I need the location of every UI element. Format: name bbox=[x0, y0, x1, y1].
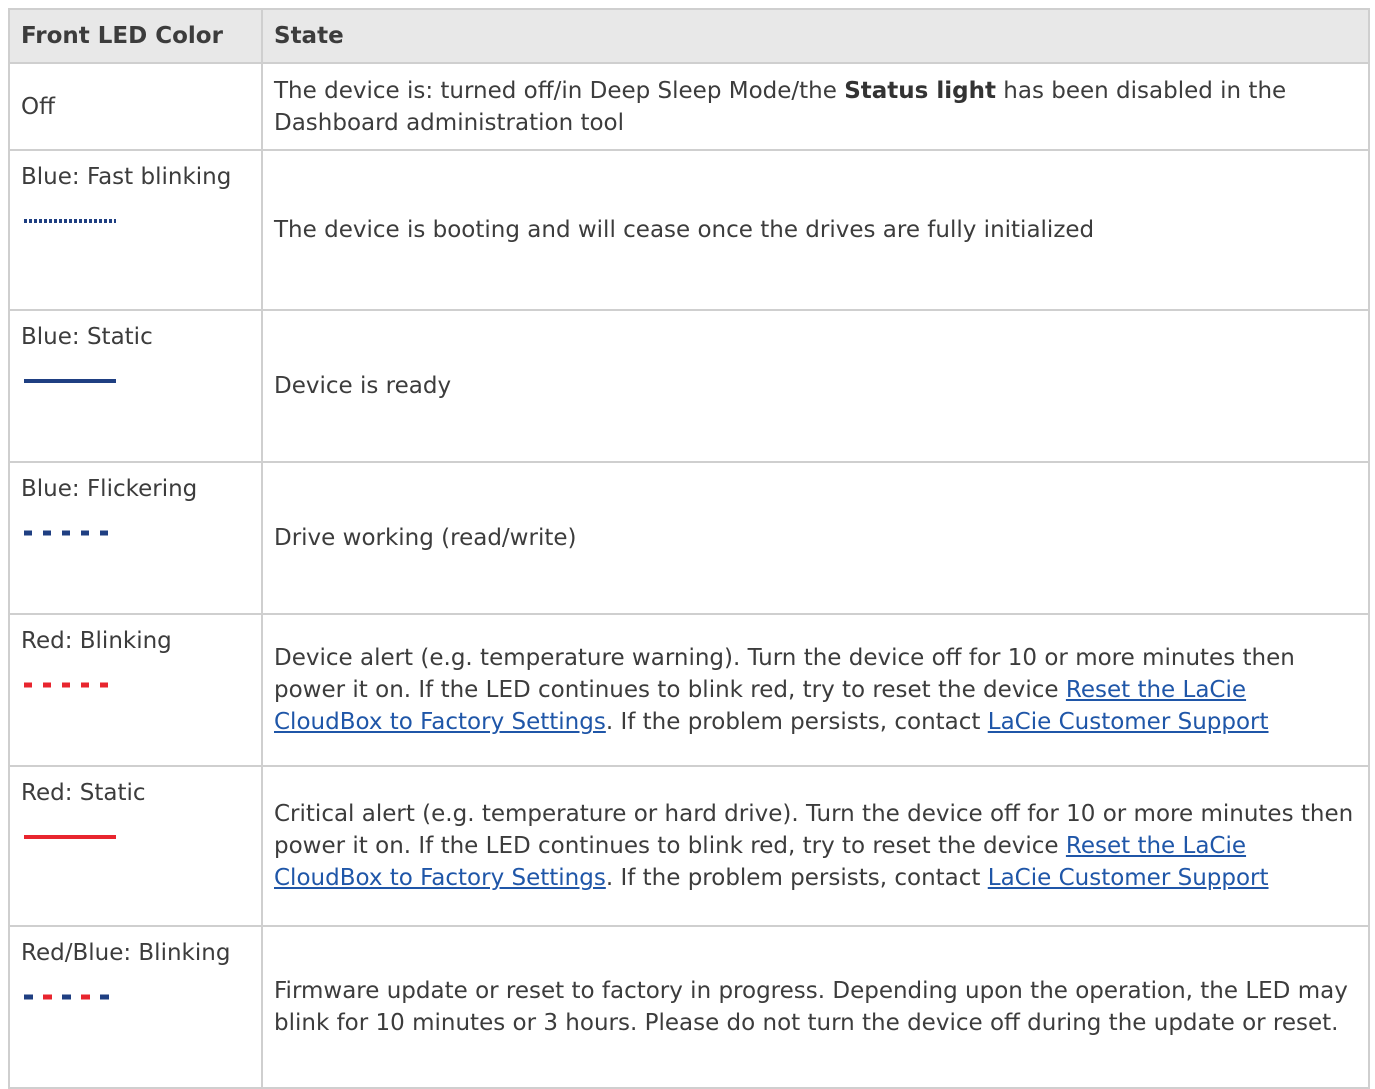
led-color-label: Red/Blue: Blinking bbox=[21, 940, 231, 966]
table-row: Red/Blue: Blinking Firmware update or re… bbox=[8, 925, 1370, 1089]
state-text: . If the problem persists, contact bbox=[605, 865, 988, 891]
table-row: Red: Blinking Device alert (e.g. tempera… bbox=[8, 613, 1370, 767]
led-color-label: Blue: Static bbox=[21, 324, 153, 350]
customer-support-link[interactable]: LaCie Customer Support bbox=[988, 865, 1269, 891]
led-color-label: Off bbox=[21, 93, 55, 120]
table-row: Blue: Static Device is ready bbox=[8, 309, 1370, 463]
header-state: State bbox=[261, 8, 1370, 64]
led-state-cell: Device is ready bbox=[261, 309, 1370, 463]
table-row: Blue: Fast blinking The device is bootin… bbox=[8, 149, 1370, 311]
led-color-label: Blue: Flickering bbox=[21, 476, 198, 502]
led-color-cell: Blue: Fast blinking bbox=[8, 149, 263, 311]
state-text: Firmware update or reset to factory in p… bbox=[274, 978, 1348, 1036]
state-text: The device is: turned off/in Deep Sleep … bbox=[274, 77, 845, 104]
table-header-row: Front LED Color State bbox=[8, 8, 1370, 64]
led-color-cell: Off bbox=[8, 62, 263, 151]
blue-static-led-icon bbox=[24, 379, 116, 383]
red-static-led-icon bbox=[24, 835, 116, 839]
led-status-table: Front LED Color State Off The device is:… bbox=[8, 8, 1370, 1089]
table-row: Red: Static Critical alert (e.g. tempera… bbox=[8, 765, 1370, 927]
led-color-cell: Red: Blinking bbox=[8, 613, 263, 767]
led-color-label: Red: Blinking bbox=[21, 628, 172, 654]
led-color-label: Blue: Fast blinking bbox=[21, 164, 232, 190]
state-text: Drive working (read/write) bbox=[274, 525, 577, 551]
led-color-cell: Red: Static bbox=[8, 765, 263, 927]
led-color-cell: Blue: Static bbox=[8, 309, 263, 463]
led-state-cell: Drive working (read/write) bbox=[261, 461, 1370, 615]
state-text: The device is booting and will cease onc… bbox=[274, 217, 1095, 243]
table-row: Off The device is: turned off/in Deep Sl… bbox=[8, 62, 1370, 151]
state-text: Device is ready bbox=[274, 373, 452, 399]
led-color-cell: Red/Blue: Blinking bbox=[8, 925, 263, 1089]
state-text: . If the problem persists, contact bbox=[605, 709, 988, 735]
customer-support-link[interactable]: LaCie Customer Support bbox=[988, 709, 1269, 735]
red-blue-blinking-led-icon bbox=[24, 994, 109, 1000]
led-color-label: Red: Static bbox=[21, 780, 146, 806]
led-state-cell: Device alert (e.g. temperature warning).… bbox=[261, 613, 1370, 767]
led-state-cell: Firmware update or reset to factory in p… bbox=[261, 925, 1370, 1089]
led-color-cell: Blue: Flickering bbox=[8, 461, 263, 615]
blue-fast-blinking-led-icon bbox=[24, 219, 116, 223]
status-light-label: Status light bbox=[844, 77, 996, 104]
led-state-cell: The device is booting and will cease onc… bbox=[261, 149, 1370, 311]
header-front-led-color: Front LED Color bbox=[8, 8, 263, 64]
led-state-cell: The device is: turned off/in Deep Sleep … bbox=[261, 62, 1370, 151]
led-state-cell: Critical alert (e.g. temperature or hard… bbox=[261, 765, 1370, 927]
blue-flickering-led-icon bbox=[24, 530, 116, 536]
red-blinking-led-icon bbox=[24, 682, 116, 688]
table-row: Blue: Flickering Drive working (read/wri… bbox=[8, 461, 1370, 615]
